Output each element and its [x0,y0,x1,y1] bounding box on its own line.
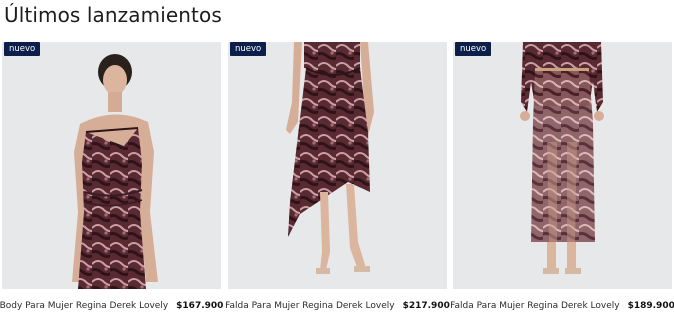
product-name[interactable]: Body Para Mujer Regina Derek Lovely [0,301,168,311]
product-name[interactable]: Falda Para Mujer Regina Derek Lovely [225,301,394,311]
product-image[interactable]: nuevo [2,42,221,289]
product-price: $189.900 [627,301,674,311]
product-caption[interactable]: Falda Para Mujer Regina Derek Lovely $18… [450,296,674,316]
product-image[interactable]: nuevo [228,42,447,289]
product-price: $217.900 [402,301,450,311]
model-body-illustration [72,54,158,289]
product-card-3[interactable]: nuevo Falda Para Mujer Regina Derek Love… [450,42,674,328]
product-name[interactable]: Falda Para Mujer Regina Derek Lovely [450,301,619,311]
model-long-skirt-illustration [520,42,604,274]
new-badge: nuevo [455,42,492,56]
product-card-1[interactable]: nuevo Body Para Mujer Regina Derek Lovel… [0,42,224,328]
product-caption[interactable]: Falda Para Mujer Regina Derek Lovely $21… [225,296,450,316]
product-card-2[interactable]: nuevo Falda Para Mujer Regina Derek Love… [225,42,450,328]
product-price: $167.900 [176,301,224,311]
section-title: Últimos lanzamientos [4,3,222,27]
new-badge: nuevo [230,42,267,56]
new-badge: nuevo [4,42,41,56]
product-image[interactable]: nuevo [453,42,672,289]
product-caption[interactable]: Body Para Mujer Regina Derek Lovely $167… [0,296,224,316]
product-grid: nuevo Body Para Mujer Regina Derek Lovel… [0,42,674,328]
model-skirt-illustration [286,42,374,274]
